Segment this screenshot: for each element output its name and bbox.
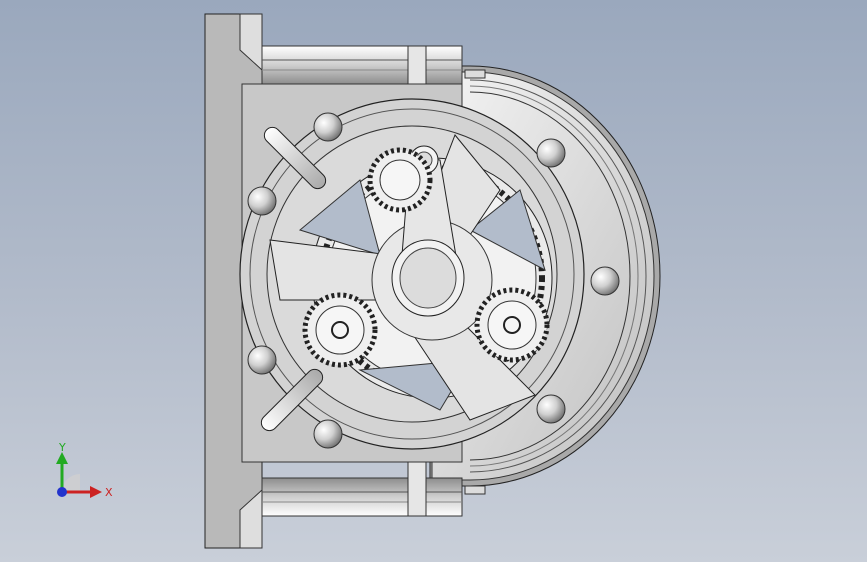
planet-gear-right — [474, 287, 550, 363]
cad-model-viewport[interactable] — [0, 0, 867, 562]
x-axis-label: X — [105, 486, 113, 499]
x-axis-arrow — [90, 486, 102, 498]
y-axis-label: Y — [58, 441, 66, 454]
z-axis-dot — [57, 487, 67, 497]
planet-gear-left — [302, 292, 378, 368]
planet-gear-top — [367, 147, 433, 213]
axis-triad: Y X — [56, 441, 113, 499]
